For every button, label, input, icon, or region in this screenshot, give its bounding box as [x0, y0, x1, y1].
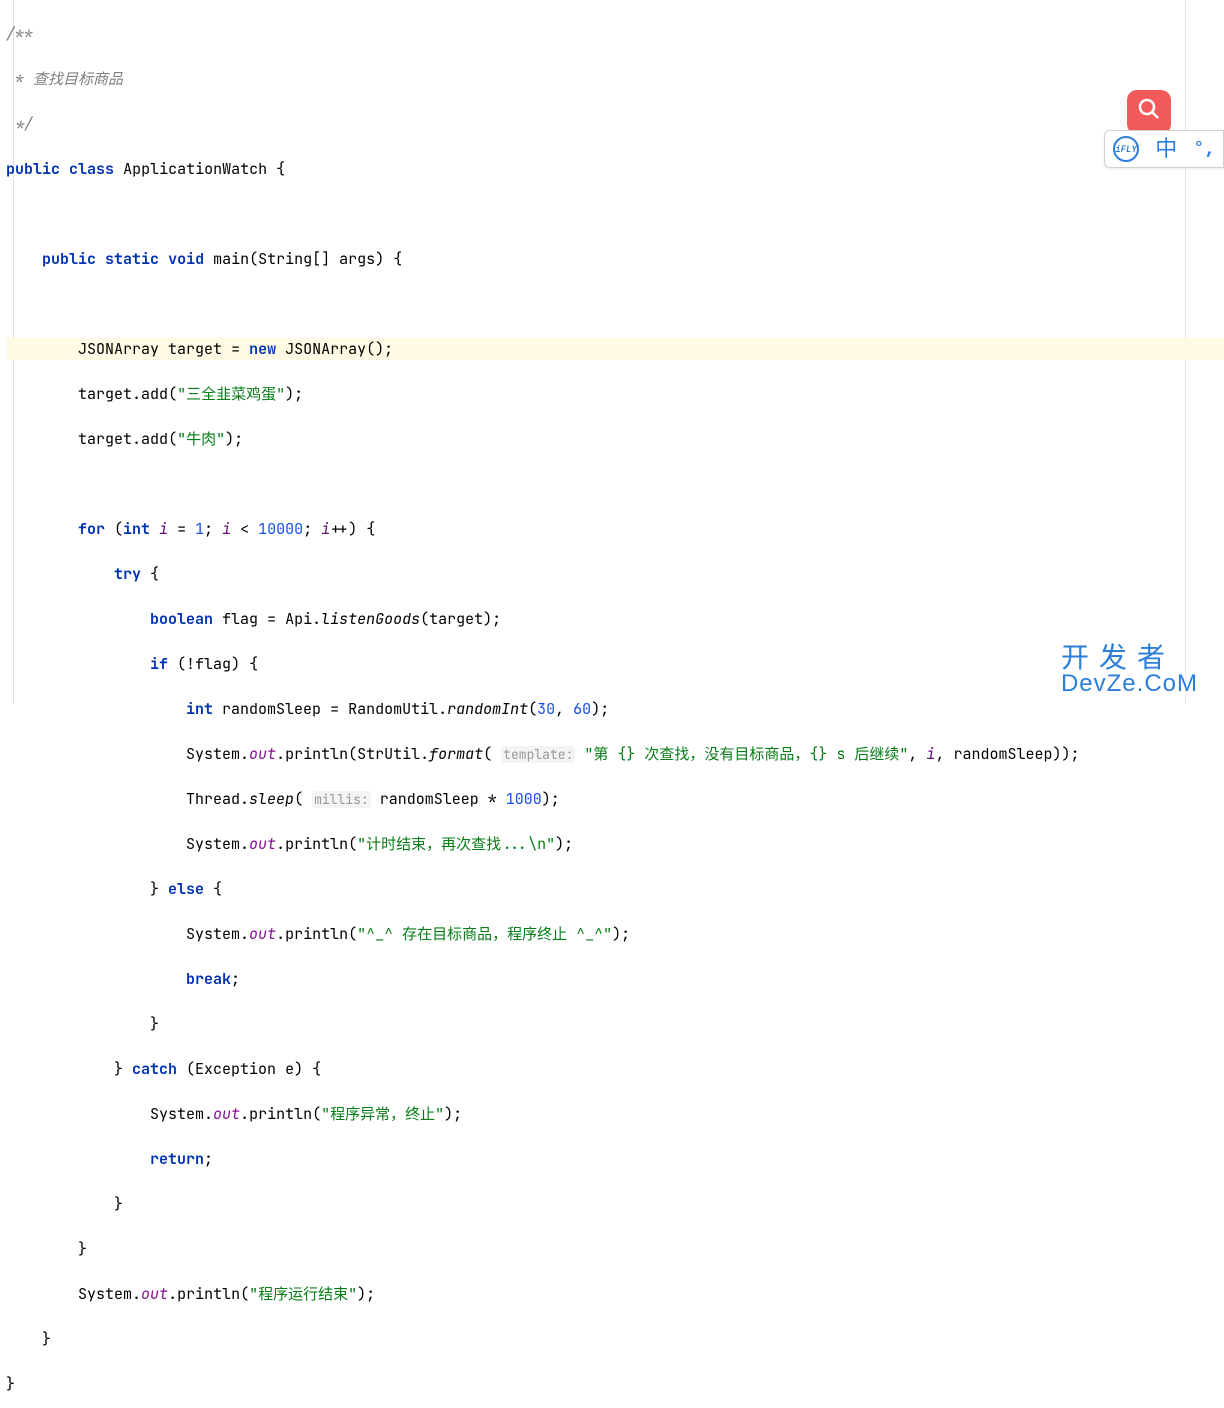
watermark-line2: DevZe.CoM — [1061, 672, 1198, 696]
code-editor[interactable]: /** * 查找目标商品 */ public class Application… — [0, 0, 1224, 1408]
ime-lang-zh[interactable]: 中 — [1155, 138, 1177, 161]
search-button[interactable] — [1127, 90, 1171, 134]
ime-ifly-icon[interactable]: iFLY — [1113, 136, 1139, 162]
class-name: ApplicationWatch — [123, 159, 267, 179]
watermark: 开发者 DevZe.CoM — [1061, 644, 1198, 696]
watermark-line1: 开发者 — [1061, 644, 1198, 672]
string-goods1: "三全韭菜鸡蛋" — [177, 384, 285, 404]
ime-punct-icon[interactable]: °, — [1193, 138, 1215, 161]
comment-open: /** — [6, 24, 33, 44]
string-goods2: "牛肉" — [177, 429, 225, 449]
comment-close: */ — [6, 114, 33, 134]
current-line: JSONArray target = new JSONArray(); — [6, 338, 1224, 361]
ime-toolbar[interactable]: iFLY 中 °, — [1104, 130, 1224, 168]
method-main: main — [213, 249, 249, 269]
param-hint-template: template: — [501, 746, 575, 763]
kw-class: class — [69, 159, 114, 179]
comment-body: * 查找目标商品 — [6, 69, 123, 89]
search-icon — [1137, 97, 1161, 128]
kw-public: public — [6, 159, 60, 179]
param-hint-millis: millis: — [312, 791, 371, 808]
